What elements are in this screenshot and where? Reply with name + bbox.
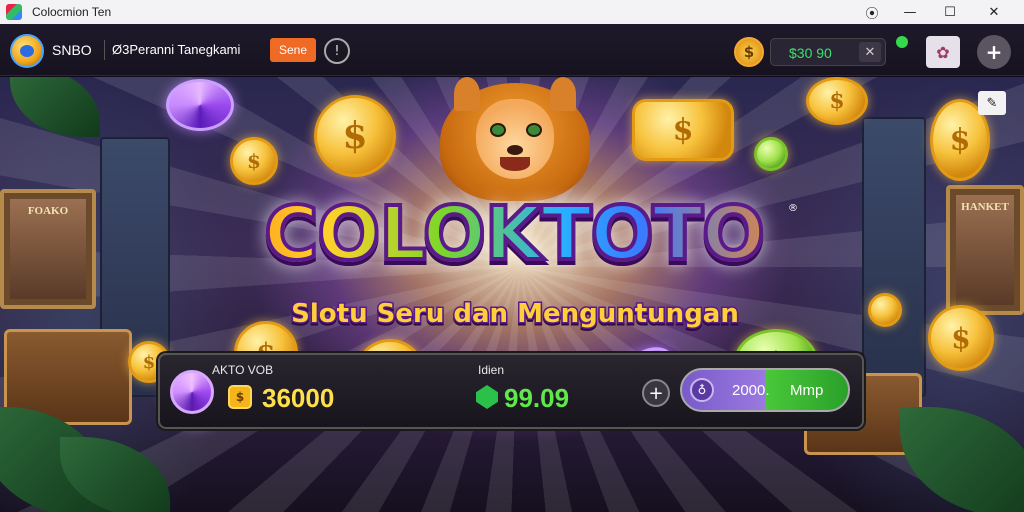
lion-mascot — [440, 77, 590, 201]
app-topbar: SNBO Ø3Peranni Tanegkami Sene ! $ $30 90… — [0, 24, 1024, 76]
gold-coin-stack: $ — [632, 99, 734, 161]
gem-menu-button[interactable] — [170, 370, 214, 414]
frame-right-label: HANKET — [961, 201, 1009, 213]
registered-mark: ® — [788, 203, 798, 214]
minimize-button[interactable]: — — [890, 0, 930, 24]
add-button[interactable]: + — [977, 35, 1011, 69]
app-icon — [6, 4, 22, 20]
gems-value: 99.09 — [504, 383, 570, 413]
coin-icon: $ — [228, 385, 252, 409]
balance-close-icon[interactable]: ✕ — [859, 42, 881, 62]
green-coin — [754, 137, 788, 171]
add-funds-button[interactable]: + — [642, 379, 670, 407]
game-title: COLOKTOTO — [224, 195, 804, 273]
divider — [104, 40, 105, 60]
coin-icon: $ — [734, 37, 764, 67]
gold-coin: $ — [928, 305, 994, 371]
balance-value: $30 90 — [789, 45, 832, 61]
control-panel: AKTO VOB $ 36000 Idien 99.09 + ♁ 2000. M… — [158, 353, 864, 429]
gold-coin — [868, 293, 902, 327]
picture-frame-right: HANKET — [946, 185, 1024, 315]
gold-coin: $ — [314, 95, 396, 177]
gold-coin: $ — [230, 137, 278, 185]
brand-name: SNBO — [52, 42, 92, 58]
gold-coin: $ — [806, 77, 868, 125]
picture-frame-left: FOAKO — [0, 189, 96, 309]
gems-label: Idien — [478, 363, 505, 377]
balance-display: $30 90 ✕ — [770, 38, 886, 66]
app-logo[interactable] — [10, 34, 44, 68]
window-title: Colocmion Ten — [32, 5, 112, 19]
orange-action-button[interactable]: Sene — [270, 38, 316, 62]
maximize-button[interactable]: ☐ — [930, 0, 970, 24]
spin-label: Mmp — [790, 382, 824, 399]
info-icon[interactable]: ! — [324, 38, 350, 64]
tagline: Ø3Peranni Tanegkami — [112, 42, 241, 57]
spin-button[interactable]: ♁ 2000. Mmp — [680, 368, 850, 412]
avatar[interactable]: ✿ — [926, 36, 960, 68]
spin-icon: ♁ — [690, 378, 714, 402]
gem-icon — [476, 385, 498, 409]
game-subtitle: Slotu Seru dan Menguntungan — [290, 298, 741, 331]
spin-amount: 2000. — [732, 382, 770, 399]
purple-gem — [166, 79, 234, 131]
coins-label: AKTO VOB — [212, 363, 274, 377]
edit-icon[interactable]: ✎ — [978, 91, 1006, 115]
close-button[interactable]: ✕ — [974, 0, 1014, 24]
frame-left-label: FOAKO — [27, 205, 69, 217]
game-scene: FOAKO HANKET $ $ $ $ $ $ $ $ $ $ $ COLOK… — [0, 77, 1024, 512]
window-titlebar: Colocmion Ten ⦿ — ☐ ✕ — [0, 0, 1024, 24]
stone-pillar-right — [862, 117, 926, 397]
record-icon[interactable]: ⦿ — [852, 0, 892, 24]
online-status-dot — [896, 36, 908, 48]
coins-value: 36000 — [262, 383, 335, 413]
